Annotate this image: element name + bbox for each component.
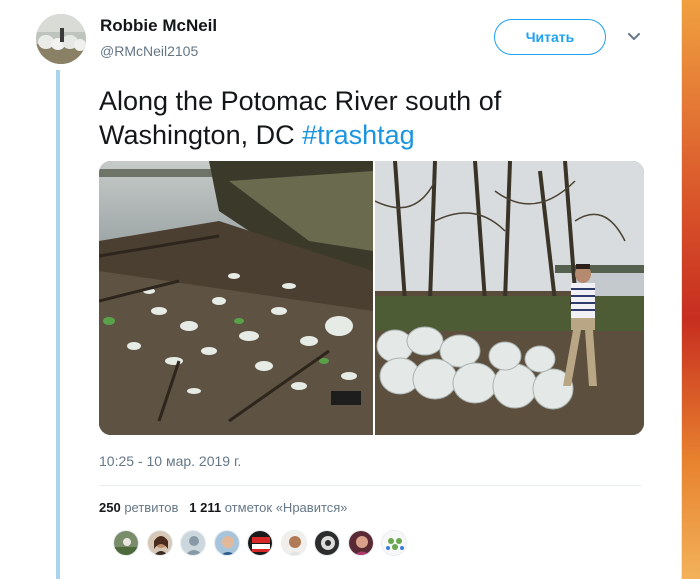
liker-avatar-4[interactable] bbox=[213, 530, 240, 556]
likes-label[interactable]: отметок «Нравится» bbox=[225, 500, 348, 515]
background-edge bbox=[682, 0, 700, 579]
likes-count[interactable]: 1 211 bbox=[189, 500, 221, 515]
author-handle[interactable]: @RMcNeil2105 bbox=[100, 43, 198, 59]
chevron-down-icon[interactable] bbox=[626, 30, 642, 44]
liker-avatar-8[interactable] bbox=[347, 530, 374, 556]
likers-row bbox=[113, 530, 415, 558]
tweet-timestamp[interactable]: 10:25 - 10 мар. 2019 г. bbox=[99, 453, 241, 469]
author-name[interactable]: Robbie McNeil bbox=[100, 16, 217, 36]
tweet-media[interactable] bbox=[99, 161, 644, 435]
photo-riverbank-trash[interactable] bbox=[99, 161, 373, 435]
liker-avatar-9[interactable] bbox=[381, 530, 407, 556]
photo-trash-bags-man[interactable] bbox=[375, 161, 644, 435]
thread-line bbox=[56, 70, 60, 579]
author-avatar[interactable] bbox=[36, 14, 86, 64]
retweets-count[interactable]: 250 bbox=[99, 500, 121, 515]
tweet-text: Along the Potomac River south of Washing… bbox=[99, 84, 639, 152]
follow-button[interactable]: Читать bbox=[494, 19, 606, 55]
tweet-stats: 250 ретвитов 1 211 отметок «Нравится» bbox=[99, 500, 348, 515]
liker-avatar-3[interactable] bbox=[180, 530, 206, 556]
liker-avatar-5[interactable] bbox=[247, 530, 273, 556]
liker-avatar-6[interactable] bbox=[280, 530, 307, 556]
hashtag-link[interactable]: #trashtag bbox=[302, 120, 415, 150]
tweet-body: Along the Potomac River south of Washing… bbox=[99, 86, 502, 150]
liker-avatar-2[interactable] bbox=[146, 530, 173, 556]
divider bbox=[99, 485, 641, 486]
liker-avatar-7[interactable] bbox=[314, 530, 340, 556]
liker-avatar-1[interactable] bbox=[113, 530, 139, 556]
retweets-label[interactable]: ретвитов bbox=[124, 500, 178, 515]
avatar-image bbox=[36, 14, 86, 64]
